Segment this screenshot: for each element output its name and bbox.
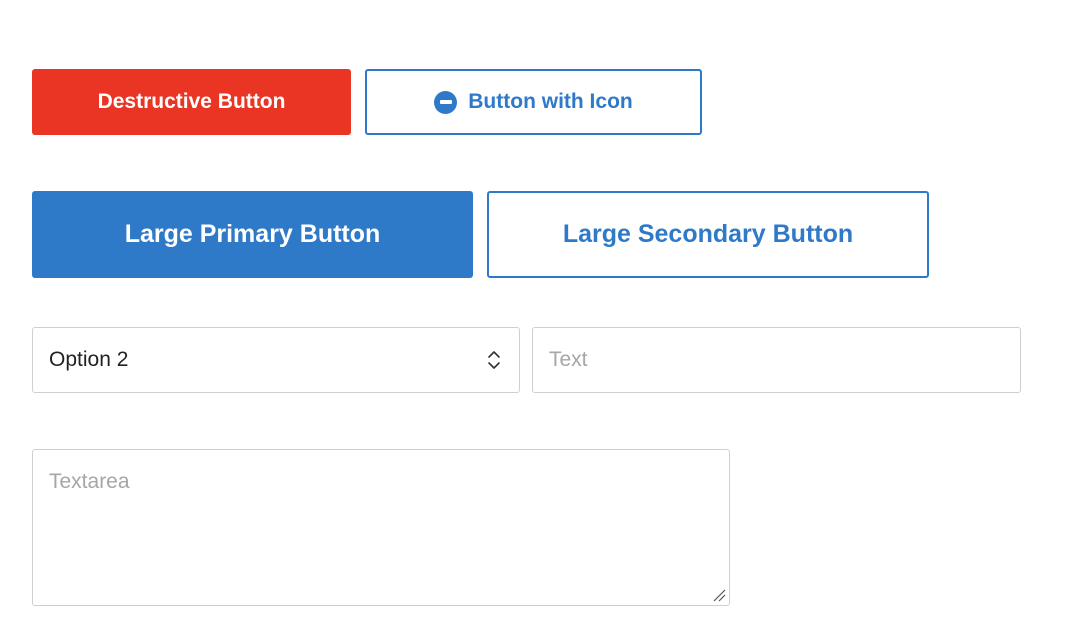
textarea-field[interactable] xyxy=(32,449,730,606)
destructive-button[interactable]: Destructive Button xyxy=(32,69,351,135)
form-elements-page: Destructive Button Button with Icon Larg… xyxy=(0,0,1066,634)
large-primary-button[interactable]: Large Primary Button xyxy=(32,191,473,278)
large-secondary-button[interactable]: Large Secondary Button xyxy=(487,191,929,278)
updown-chevron-icon xyxy=(487,348,501,372)
button-with-icon-label: Button with Icon xyxy=(468,90,633,113)
resize-handle-icon[interactable] xyxy=(712,588,726,602)
minus-circle-icon xyxy=(434,90,458,114)
large-primary-button-label: Large Primary Button xyxy=(124,220,381,248)
select-value: Option 2 xyxy=(49,348,129,371)
large-secondary-button-label: Large Secondary Button xyxy=(562,220,854,248)
button-with-icon[interactable]: Button with Icon xyxy=(365,69,702,135)
option-select[interactable]: Option 2 xyxy=(32,327,520,393)
text-input[interactable] xyxy=(532,327,1021,393)
destructive-button-label: Destructive Button xyxy=(97,90,286,113)
